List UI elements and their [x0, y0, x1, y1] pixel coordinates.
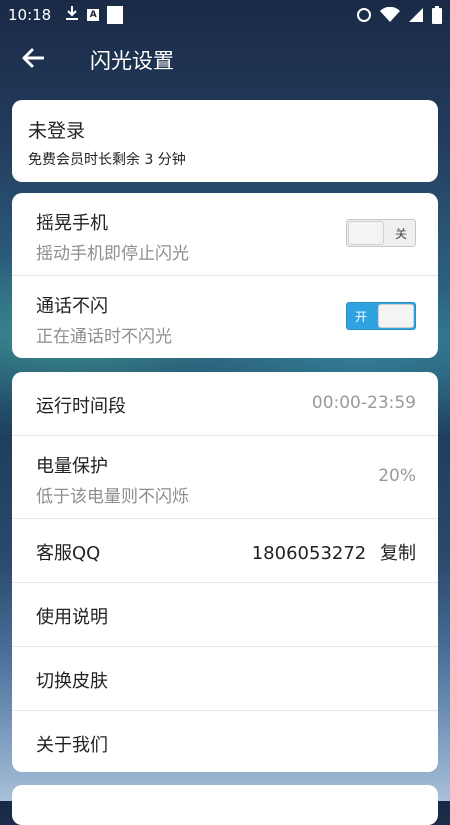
switch-skin-label: 切换皮肤 — [36, 671, 108, 692]
back-arrow-icon[interactable] — [22, 48, 45, 72]
switch-knob — [348, 221, 384, 245]
run-time-row[interactable]: 运行时间段 00:00-23:59 — [12, 372, 438, 435]
toggle-settings-card: 摇晃手机 摇动手机即停止闪光 关 通话不闪 正在通话时不闪光 开 — [12, 193, 438, 358]
general-settings-card: 运行时间段 00:00-23:59 电量保护 低于该电量则不闪烁 20% 客服Q… — [12, 372, 438, 772]
shake-phone-title: 摇晃手机 — [36, 213, 108, 234]
about-us-label: 关于我们 — [36, 735, 108, 756]
qq-number: 1806053272 — [251, 543, 367, 564]
shake-phone-subtitle: 摇动手机即停止闪光 — [36, 244, 189, 264]
battery-protection-value: 20% — [378, 466, 416, 486]
manual-row[interactable]: 使用说明 — [12, 582, 438, 646]
cell-signal-icon — [408, 7, 424, 27]
battery-protection-row[interactable]: 电量保护 低于该电量则不闪烁 20% — [12, 435, 438, 518]
shake-phone-switch[interactable]: 关 — [346, 219, 416, 247]
shake-phone-row[interactable]: 摇晃手机 摇动手机即停止闪光 关 — [12, 193, 438, 275]
status-bar: 10:18 A — [0, 0, 450, 30]
switch-skin-row[interactable]: 切换皮肤 — [12, 646, 438, 710]
switch-state-label: 关 — [394, 227, 407, 241]
switch-state-label: 开 — [355, 310, 368, 324]
about-us-row[interactable]: 关于我们 — [12, 710, 438, 772]
battery-protection-subtitle: 低于该电量则不闪烁 — [36, 487, 189, 507]
call-no-flash-title: 通话不闪 — [36, 296, 108, 317]
signal-dot-icon — [356, 7, 372, 27]
run-time-label: 运行时间段 — [36, 396, 126, 417]
call-no-flash-switch[interactable]: 开 — [346, 302, 416, 330]
member-time-left: 免费会员时长剩余 3 分钟 — [28, 152, 186, 168]
status-time: 10:18 — [8, 6, 52, 24]
battery-icon — [432, 6, 442, 28]
download-icon — [65, 5, 79, 25]
wifi-icon — [380, 6, 400, 27]
customer-service-row: 客服QQ 1806053272 复制 — [12, 518, 438, 582]
switch-knob — [378, 304, 414, 328]
login-status: 未登录 — [28, 120, 86, 142]
customer-service-label: 客服QQ — [36, 543, 101, 564]
battery-protection-label: 电量保护 — [36, 456, 108, 477]
page-title: 闪光设置 — [90, 49, 174, 73]
notification-placeholder-icon — [107, 6, 124, 24]
app-bar: 闪光设置 — [0, 30, 450, 90]
manual-label: 使用说明 — [36, 607, 108, 628]
call-no-flash-subtitle: 正在通话时不闪光 — [36, 327, 172, 347]
run-time-value: 00:00-23:59 — [311, 393, 416, 413]
a-notification-icon: A — [87, 9, 100, 21]
copy-button[interactable]: 复制 — [380, 543, 416, 564]
account-card[interactable]: 未登录 免费会员时长剩余 3 分钟 — [12, 100, 438, 182]
call-no-flash-row[interactable]: 通话不闪 正在通话时不闪光 开 — [12, 275, 438, 358]
qq-copy-group: 1806053272 复制 — [252, 539, 416, 565]
next-card-partial — [12, 785, 438, 825]
